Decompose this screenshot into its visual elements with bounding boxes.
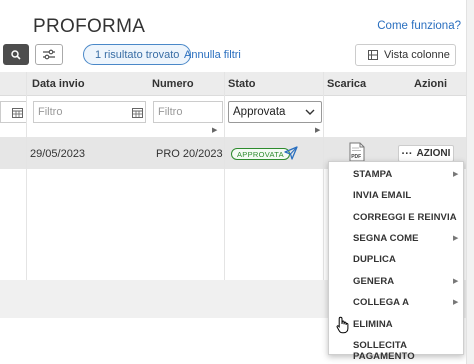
hand-cursor-icon: [336, 316, 349, 334]
columns-icon: [368, 50, 378, 60]
column-resize-arrow-icon[interactable]: ▶: [212, 126, 217, 134]
calendar-icon: [12, 108, 23, 118]
status-filter-value: Approvata: [233, 106, 286, 118]
pdf-icon[interactable]: PDF: [349, 142, 365, 162]
ellipsis-icon: ···: [401, 147, 413, 160]
row-date: 29/05/2023: [30, 148, 86, 160]
proforma-page: PROFORMA Come funziona? 1 risultato trov…: [0, 0, 466, 364]
menu-item-payment-reminder[interactable]: SOLLECITA PAGAMENTO: [353, 340, 463, 362]
column-header-download[interactable]: Scarica: [327, 78, 366, 90]
submenu-arrow-icon: ▶: [453, 278, 459, 285]
menu-item-generate[interactable]: GENERA: [353, 276, 394, 287]
status-badge: APPROVATA: [231, 148, 290, 160]
menu-item-print[interactable]: STAMPA: [353, 169, 392, 180]
columns-view-button[interactable]: Vista colonne: [355, 44, 456, 66]
sliders-icon: [43, 49, 55, 60]
column-header-actions: Azioni: [414, 78, 447, 90]
date-filter-placeholder: Filtro: [38, 106, 63, 118]
column-divider: [323, 72, 324, 280]
filters-toggle-button[interactable]: [35, 44, 63, 65]
status-filter-select[interactable]: Approvata: [228, 101, 322, 123]
column-resize-arrow-icon[interactable]: ▶: [315, 126, 320, 134]
row-number: PRO 20/2023: [156, 148, 223, 160]
search-icon: [11, 49, 21, 60]
submenu-arrow-icon: ▶: [453, 299, 459, 306]
column-header-number[interactable]: Numero: [152, 78, 194, 90]
menu-item-link-to[interactable]: COLLEGA A: [353, 297, 409, 308]
svg-text:PDF: PDF: [351, 154, 361, 160]
menu-item-delete[interactable]: ELIMINA: [353, 319, 393, 330]
search-button[interactable]: [3, 44, 29, 65]
actions-button-label: AZIONI: [416, 148, 451, 159]
send-icon[interactable]: [284, 146, 298, 160]
menu-item-correct-resend[interactable]: CORREGGI E REINVIA: [353, 212, 457, 223]
column-divider: [26, 72, 27, 280]
window-scrollbar[interactable]: [466, 0, 474, 364]
prev-date-filter[interactable]: [0, 101, 27, 123]
menu-item-send-email[interactable]: INVIA EMAIL: [353, 190, 411, 201]
calendar-icon[interactable]: [132, 107, 143, 118]
help-link[interactable]: Come funziona?: [377, 20, 461, 32]
column-header-status[interactable]: Stato: [228, 78, 256, 90]
number-filter-input[interactable]: Filtro: [153, 101, 223, 123]
reset-filters-link[interactable]: Annulla filtri: [184, 49, 241, 61]
column-header-date[interactable]: Data invio: [32, 78, 85, 90]
results-count-pill[interactable]: 1 risultato trovato: [83, 44, 192, 65]
submenu-arrow-icon: ▶: [453, 171, 459, 178]
number-filter-placeholder: Filtro: [158, 106, 183, 118]
columns-view-label: Vista colonne: [384, 49, 450, 61]
page-title: PROFORMA: [33, 16, 146, 37]
chevron-down-icon: [305, 109, 315, 115]
date-filter-input[interactable]: Filtro: [33, 101, 146, 123]
actions-button[interactable]: ··· AZIONI: [398, 145, 454, 162]
menu-item-duplicate[interactable]: DUPLICA: [353, 254, 396, 265]
column-divider: [224, 72, 225, 280]
menu-item-mark-as[interactable]: SEGNA COME: [353, 233, 419, 244]
submenu-arrow-icon: ▶: [453, 235, 459, 242]
